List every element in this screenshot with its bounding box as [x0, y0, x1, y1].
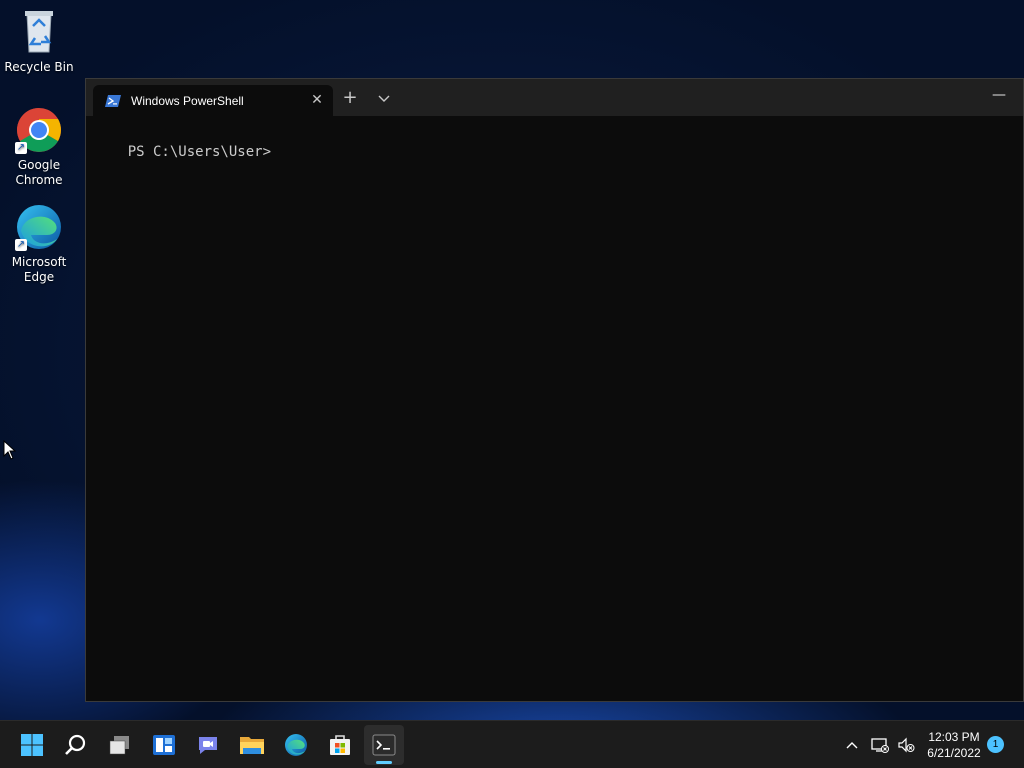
start-button[interactable]: [12, 725, 52, 765]
console-output[interactable]: PS C:\Users\User>: [94, 125, 1015, 693]
show-hidden-icons-chevron-up-icon[interactable]: [842, 735, 862, 755]
windows-start-icon: [21, 734, 43, 756]
tab-windows-powershell[interactable]: Windows PowerShell ✕: [93, 85, 333, 116]
clock-time: 12:03 PM: [928, 730, 980, 744]
prompt-text: PS C:\Users\User>: [127, 144, 272, 160]
volume-muted-icon[interactable]: [896, 735, 916, 755]
clock[interactable]: 12:03 PM 6/21/2022: [918, 729, 990, 761]
file-explorer-button[interactable]: [232, 725, 272, 765]
terminal-taskbar-button[interactable]: [364, 725, 404, 765]
task-view-button[interactable]: [100, 725, 140, 765]
shortcut-arrow-icon: ↗: [15, 239, 27, 251]
desktop-icon-label: Microsoft Edge: [11, 255, 67, 284]
file-explorer-icon: [240, 737, 264, 754]
search-button[interactable]: [56, 725, 96, 765]
chrome-icon: ↗: [15, 106, 63, 154]
close-tab-icon[interactable]: ✕: [309, 92, 325, 108]
network-icon[interactable]: [870, 735, 890, 755]
edge-icon: [285, 734, 307, 756]
desktop-icon-recycle-bin[interactable]: Recycle Bin: [4, 8, 74, 75]
desktop-icon-label: Recycle Bin: [4, 60, 74, 74]
new-tab-button[interactable]: +: [337, 87, 363, 109]
desktop-icon-label: Google Chrome: [15, 158, 63, 187]
powershell-icon: [105, 94, 121, 107]
recycle-bin-icon: [15, 8, 63, 56]
edge-button[interactable]: [276, 725, 316, 765]
active-app-indicator: [376, 761, 392, 764]
task-view-icon: [109, 736, 129, 755]
search-icon: [65, 734, 86, 755]
minimize-button[interactable]: —: [987, 85, 1011, 105]
teams-chat-icon: [199, 737, 217, 754]
widgets-icon: [153, 735, 175, 755]
chevron-down-icon[interactable]: [371, 87, 397, 109]
desktop-icon-google-chrome[interactable]: ↗ Google Chrome: [4, 106, 74, 188]
edge-icon: ↗: [15, 203, 63, 251]
title-bar[interactable]: Windows PowerShell ✕ + —: [86, 79, 1023, 116]
notification-badge[interactable]: 1: [987, 736, 1004, 753]
terminal-icon: [372, 734, 396, 756]
mouse-pointer-icon: [3, 440, 17, 460]
store-button[interactable]: [320, 725, 360, 765]
desktop-icon-microsoft-edge[interactable]: ↗ Microsoft Edge: [4, 203, 74, 285]
terminal-window[interactable]: Windows PowerShell ✕ + — PS C:\Users\Use…: [85, 78, 1024, 702]
clock-date: 6/21/2022: [927, 746, 981, 760]
tab-label: Windows PowerShell: [131, 93, 244, 108]
store-icon: [330, 735, 350, 755]
taskbar: 12:03 PM 6/21/2022: [0, 720, 1024, 768]
chat-button[interactable]: [188, 725, 228, 765]
shortcut-arrow-icon: ↗: [15, 142, 27, 154]
widgets-button[interactable]: [144, 725, 184, 765]
